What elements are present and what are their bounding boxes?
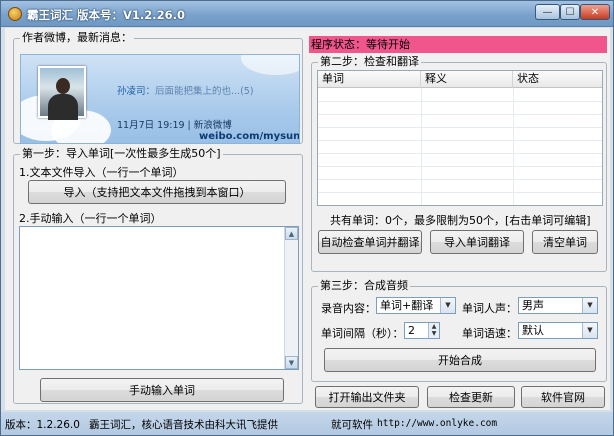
clear-words-button[interactable]: 清空单词 — [532, 230, 598, 254]
app-logo-icon — [8, 7, 22, 21]
author-weibo-group: 作者微博，最新消息： 孙凌司：后面能把集上的也...(5) 11月7日 19:1… — [13, 32, 303, 144]
footer-url[interactable]: http://www.onlyke.com — [377, 418, 497, 429]
step2-group: 第二步：检查和翻译 单词 释义 状态 共有单词：0个，最多限制为50个，[右击单… — [311, 56, 607, 272]
footer-credit: 霸王词汇，核心语音技术由科大讯飞提供 — [89, 419, 278, 431]
client-area: 作者微博，最新消息： 孙凌司：后面能把集上的也...(5) 11月7日 19:1… — [5, 28, 610, 410]
footer-version: 版本：1.2.26.0 — [5, 419, 80, 431]
spinner-arrows-icon[interactable]: ▲ ▼ — [428, 323, 439, 338]
author-weibo-legend: 作者微博，最新消息： — [22, 31, 132, 44]
column-header-word[interactable]: 单词 — [318, 71, 421, 88]
step3-group: 第三步：合成音频 录音内容： 单词+翻译 ▼ 单词人声： 男声 ▼ 单词间隔（秒… — [311, 280, 607, 382]
chevron-down-icon: ▼ — [582, 298, 597, 313]
app-window: 霸王词汇 版本号：V1.2.26.0 — ☐ ✕ 作者微博，最新消息： 孙凌司：… — [0, 0, 614, 436]
scroll-down-icon[interactable]: ▼ — [285, 356, 298, 369]
close-button[interactable]: ✕ — [580, 4, 610, 20]
word-speed-label: 单词语速： — [462, 327, 517, 340]
avatar — [38, 66, 86, 120]
word-interval-value: 2 — [408, 324, 415, 337]
weibo-author: 孙凌司： — [117, 86, 156, 97]
manual-input-label: 2.手动输入（一行一个单词） — [19, 212, 162, 225]
weibo-message: 后面能把集上的也...(5) — [155, 86, 254, 97]
column-header-status[interactable]: 状态 — [513, 71, 602, 88]
manual-input-scrollbar[interactable]: ▲ ▼ — [284, 227, 298, 369]
word-voice-select[interactable]: 男声 ▼ — [518, 297, 598, 314]
weibo-meta: 11月7日 19:19 | 新浪微博 — [117, 120, 232, 131]
weibo-url[interactable]: weibo.com/mysunck — [199, 131, 299, 142]
weibo-post: 孙凌司：后面能把集上的也...(5) — [117, 83, 254, 97]
window-title: 霸王词汇 版本号：V1.2.26.0 — [27, 8, 186, 22]
record-content-value: 单词+翻译 — [380, 299, 434, 312]
footer-company[interactable]: 就可软件 — [331, 417, 373, 432]
record-content-select[interactable]: 单词+翻译 ▼ — [376, 297, 456, 314]
import-translate-button[interactable]: 导入单词翻译 — [430, 230, 524, 254]
word-table-header: 单词 释义 状态 — [318, 71, 602, 88]
program-status: 程序状态：等待开始 — [309, 36, 607, 53]
manual-word-input[interactable]: ▲ ▼ — [19, 226, 299, 370]
manual-input-button[interactable]: 手动输入单词 — [40, 378, 284, 402]
weibo-card[interactable]: 孙凌司：后面能把集上的也...(5) 11月7日 19:19 | 新浪微博 we… — [20, 54, 300, 144]
minimize-button[interactable]: — — [535, 4, 560, 20]
step3-legend: 第三步：合成音频 — [320, 279, 408, 292]
word-speed-value: 默认 — [522, 324, 544, 337]
word-interval-spinner[interactable]: 2 ▲ ▼ — [404, 322, 440, 339]
maximize-button[interactable]: ☐ — [560, 4, 580, 20]
check-update-button[interactable]: 检查更新 — [427, 386, 515, 408]
auto-check-translate-button[interactable]: 自动检查单词并翻译 — [318, 230, 422, 254]
file-import-label: 1.文本文件导入（一行一个单词） — [19, 166, 184, 179]
status-footer: 版本：1.2.26.0 霸王词汇，核心语音技术由科大讯飞提供 就可软件 http… — [1, 412, 613, 435]
word-voice-value: 男声 — [522, 299, 544, 312]
word-count-summary: 共有单词：0个，最多限制为50个，[右击单词可编辑] — [330, 214, 591, 227]
scroll-up-icon[interactable]: ▲ — [285, 227, 298, 240]
title-bar[interactable]: 霸王词汇 版本号：V1.2.26.0 — ☐ ✕ — [1, 1, 613, 27]
word-voice-label: 单词人声： — [462, 302, 517, 315]
chevron-down-icon: ▼ — [440, 298, 455, 313]
chevron-down-icon: ▼ — [582, 323, 597, 338]
open-output-folder-button[interactable]: 打开输出文件夹 — [315, 386, 419, 408]
step1-group: 第一步：导入单词[一次性最多生成50个] 1.文本文件导入（一行一个单词） 导入… — [13, 148, 303, 404]
start-synthesis-button[interactable]: 开始合成 — [324, 348, 596, 372]
cloud-decoration — [241, 55, 299, 75]
step2-legend: 第二步：检查和翻译 — [320, 55, 419, 68]
record-content-label: 录音内容： — [321, 302, 376, 315]
word-speed-select[interactable]: 默认 ▼ — [518, 322, 598, 339]
word-table[interactable]: 单词 释义 状态 — [317, 70, 603, 206]
official-website-button[interactable]: 软件官网 — [521, 386, 605, 408]
column-header-meaning[interactable]: 释义 — [421, 71, 513, 88]
step1-legend: 第一步：导入单词[一次性最多生成50个] — [22, 147, 221, 160]
import-file-button[interactable]: 导入（支持把文本文件拖拽到本窗口） — [28, 180, 286, 204]
word-interval-label: 单词间隔（秒）： — [321, 327, 404, 340]
